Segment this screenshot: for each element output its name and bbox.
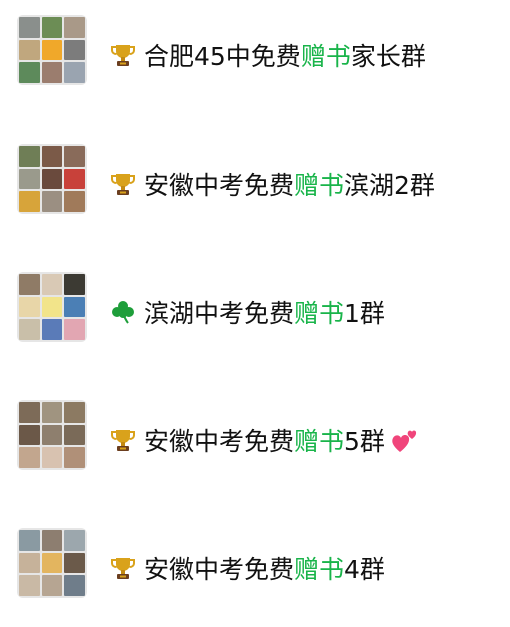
two-hearts-icon [391,427,419,453]
member-avatar-tile [41,530,63,551]
group-name: 安徽中考免费 赠书 5群 [110,422,419,458]
group-name-text: 4群 [344,555,385,584]
member-avatar-tile [19,447,40,468]
member-avatar-tile [41,146,63,167]
trophy-icon [110,427,136,453]
group-name-text: 安徽中考免费 [144,427,295,456]
group-name: 安徽中考免费 赠书 4群 [110,550,385,586]
member-avatar-tile [64,319,85,340]
member-avatar-tile [19,530,40,551]
group-name-text: 合肥45中免费 [144,42,301,71]
group-avatar [17,528,87,598]
member-avatar-tile [19,17,40,38]
member-avatar-tile [19,575,40,596]
group-chat-item[interactable]: 安徽中考免费 赠书 滨湖2群 [0,134,510,224]
member-avatar-tile [64,274,85,295]
member-avatar-tile [64,191,85,212]
member-avatar-tile [19,62,40,83]
member-avatar-tile [64,146,85,167]
group-name-text: 安徽中考免费 [144,171,295,200]
group-name: 合肥45中免费 赠书 家长群 [110,37,426,73]
member-avatar-tile [41,447,63,468]
member-avatar-tile [64,447,85,468]
member-avatar-tile [64,424,85,446]
trophy-icon [110,42,136,68]
group-name: 安徽中考免费 赠书 滨湖2群 [110,166,435,202]
member-avatar-tile [64,530,85,551]
group-list: 合肥45中免费 赠书 家长群 安徽中考免费 赠书 滨湖2群 滨湖中考免费 赠书 1群 安徽中… [0,0,510,627]
member-avatar-tile [41,552,63,574]
group-name-text: 家长群 [350,42,426,71]
member-avatar-tile [41,424,63,446]
group-avatar [17,15,87,85]
member-avatar-tile [19,296,40,318]
clover-icon [110,299,136,325]
member-avatar-tile [64,17,85,38]
trophy-icon [110,171,136,197]
group-name-highlight: 赠书 [294,427,345,456]
member-avatar-tile [64,296,85,318]
group-name-text: 滨湖中考免费 [144,299,295,328]
member-avatar-tile [64,402,85,423]
member-avatar-tile [64,552,85,574]
member-avatar-tile [41,62,63,83]
member-avatar-tile [41,274,63,295]
member-avatar-tile [41,319,63,340]
member-avatar-tile [64,39,85,61]
member-avatar-tile [41,296,63,318]
group-avatar [17,272,87,342]
member-avatar-tile [64,62,85,83]
member-avatar-tile [64,575,85,596]
member-avatar-tile [19,319,40,340]
group-name: 滨湖中考免费 赠书 1群 [110,294,385,330]
group-name-text: 安徽中考免费 [144,555,295,584]
group-avatar [17,144,87,214]
member-avatar-tile [19,424,40,446]
member-avatar-tile [19,168,40,190]
group-name-highlight: 赠书 [300,42,351,71]
member-avatar-tile [19,191,40,212]
member-avatar-tile [41,575,63,596]
member-avatar-tile [41,39,63,61]
member-avatar-tile [19,146,40,167]
group-chat-item[interactable]: 安徽中考免费 赠书 4群 [0,518,510,608]
member-avatar-tile [19,552,40,574]
group-avatar [17,400,87,470]
group-name-highlight: 赠书 [294,555,345,584]
group-name-highlight: 赠书 [294,299,345,328]
member-avatar-tile [19,274,40,295]
group-chat-item[interactable]: 滨湖中考免费 赠书 1群 [0,262,510,352]
group-name-text: 滨湖2群 [344,171,435,200]
member-avatar-tile [64,168,85,190]
member-avatar-tile [41,168,63,190]
group-name-highlight: 赠书 [294,171,345,200]
trophy-icon [110,555,136,581]
member-avatar-tile [19,402,40,423]
group-chat-item[interactable]: 合肥45中免费 赠书 家长群 [0,5,510,95]
member-avatar-tile [41,17,63,38]
group-name-text: 1群 [344,299,385,328]
member-avatar-tile [19,39,40,61]
group-name-text: 5群 [344,427,385,456]
member-avatar-tile [41,191,63,212]
group-chat-item[interactable]: 安徽中考免费 赠书 5群 [0,390,510,480]
member-avatar-tile [41,402,63,423]
